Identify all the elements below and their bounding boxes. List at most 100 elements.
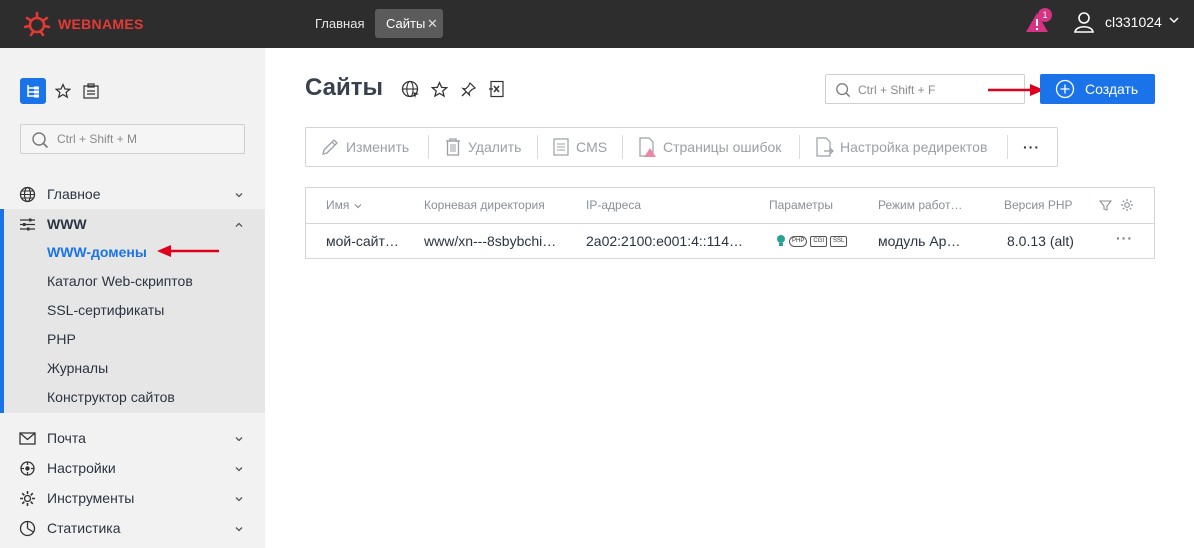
column-header-php[interactable]: Версия PHP <box>1004 198 1073 212</box>
www-section: WWW WWW-домены Каталог Web-скриптов SSL-… <box>0 209 265 413</box>
sidebar-search-placeholder: Ctrl + Shift + M <box>57 132 138 146</box>
pin-icon[interactable] <box>458 79 478 99</box>
column-header-mode[interactable]: Режим работ… <box>878 198 962 212</box>
sidebar-subitem-www-domains[interactable]: WWW-домены <box>47 244 147 260</box>
column-header-ip[interactable]: IP-адреса <box>586 198 641 212</box>
toolbar-divider <box>622 135 623 159</box>
delete-button-label: Удалить <box>468 139 522 155</box>
sidebar: Ctrl + Shift + M Главное WWW WWW-домены … <box>0 48 265 548</box>
redirect-icon <box>816 137 834 157</box>
clipboard-icon[interactable] <box>80 80 102 102</box>
annotation-arrow-left <box>157 245 219 257</box>
error-pages-button[interactable]: Страницы ошибок <box>637 128 781 166</box>
sliders-icon <box>20 218 35 231</box>
sidebar-item-label: Инструменты <box>47 490 135 506</box>
cms-list-icon <box>553 138 569 156</box>
cgi-param-badge: CGI <box>810 235 828 247</box>
error-pages-button-label: Страницы ошибок <box>663 139 782 155</box>
settings-gear-icon[interactable] <box>1120 198 1134 212</box>
column-header-label: Имя <box>326 198 350 212</box>
more-button[interactable]: ··· <box>1023 128 1040 166</box>
sidebar-item-label: WWW <box>47 216 87 232</box>
create-button-label: Создать <box>1085 81 1139 97</box>
cell-root: www/xn---8sbybchi… <box>424 233 557 249</box>
alert-icon[interactable]: 1 <box>1024 8 1052 34</box>
tab-sites-label: Сайты <box>386 16 426 31</box>
delete-button[interactable]: Удалить <box>444 128 521 166</box>
settings-icon <box>20 461 35 476</box>
tab-home[interactable]: Главная <box>305 9 374 38</box>
row-actions-button[interactable]: ··· <box>1116 230 1133 246</box>
chevron-down-icon <box>235 193 243 198</box>
redirect-settings-button-label: Настройка редиректов <box>840 139 988 155</box>
sidebar-subitem-ssl[interactable]: SSL-сертификаты <box>47 302 164 318</box>
cell-php-version: 8.0.13 (alt) <box>1007 233 1074 249</box>
cell-mode: модуль Ap… <box>878 233 961 249</box>
cell-params: PHP CGI SSL <box>776 234 848 248</box>
sidebar-subitem-web-scripts[interactable]: Каталог Web-скриптов <box>47 273 193 289</box>
filter-icon[interactable] <box>1099 199 1112 212</box>
sidebar-item-settings[interactable]: Настройки <box>0 453 265 483</box>
sidebar-item-www[interactable]: WWW <box>0 209 265 239</box>
search-icon <box>32 132 49 149</box>
actions-toolbar: Изменить Удалить CMS Страницы ошибок Нас… <box>305 127 1058 167</box>
lightbulb-icon <box>777 235 785 246</box>
logo-text: WEBNAMES <box>58 16 144 32</box>
sidebar-subitem-site-builder[interactable]: Конструктор сайтов <box>47 389 175 405</box>
sidebar-item-mail[interactable]: Почта <box>0 423 265 453</box>
annotation-arrow-right <box>988 84 1044 96</box>
sites-table: Имя Корневая директория IP-адреса Параме… <box>305 187 1155 259</box>
sort-chevron-down-icon <box>354 203 362 209</box>
logo-icon <box>23 11 51 37</box>
edit-button-label: Изменить <box>346 139 410 155</box>
excel-export-icon[interactable] <box>487 79 507 99</box>
column-header-params[interactable]: Параметры <box>769 198 833 212</box>
chevron-down-icon <box>235 437 243 442</box>
globe-icon <box>19 186 36 203</box>
mail-icon <box>19 432 36 445</box>
top-bar: WEBNAMES Главная Сайты ✕ 1 cl331024 <box>0 0 1194 48</box>
column-header-root[interactable]: Корневая директория <box>424 198 545 212</box>
logo[interactable]: WEBNAMES <box>22 9 144 39</box>
toolbar-divider <box>428 135 429 159</box>
main-search-placeholder: Ctrl + Shift + F <box>858 83 936 97</box>
star-icon[interactable] <box>52 80 74 102</box>
sidebar-toolbar <box>20 78 102 104</box>
sidebar-item-main[interactable]: Главное <box>0 179 265 209</box>
tree-icon[interactable] <box>20 78 46 104</box>
sidebar-search-input[interactable]: Ctrl + Shift + M <box>20 124 245 154</box>
globe-cursor-icon[interactable] <box>400 79 420 99</box>
sidebar-item-label: Настройки <box>47 460 116 476</box>
sidebar-item-stats[interactable]: Статистика <box>0 513 265 543</box>
cell-ip: 2a02:2100:e001:4::114… <box>586 233 743 249</box>
trash-icon <box>446 138 460 156</box>
chevron-down-icon <box>235 527 243 532</box>
sidebar-item-tools[interactable]: Инструменты <box>0 483 265 513</box>
sidebar-item-label: Главное <box>47 186 101 202</box>
cms-button[interactable]: CMS <box>552 128 607 166</box>
pencil-icon <box>322 139 338 155</box>
chevron-up-icon <box>235 222 243 227</box>
create-button[interactable]: Создать <box>1040 74 1155 104</box>
chevron-down-icon[interactable] <box>1168 14 1180 26</box>
user-icon[interactable] <box>1072 10 1096 34</box>
sidebar-subitem-logs[interactable]: Журналы <box>47 360 108 376</box>
star-icon[interactable] <box>429 79 449 99</box>
column-header-name[interactable]: Имя <box>326 198 363 212</box>
php-param-badge: PHP <box>789 235 808 247</box>
error-page-icon <box>639 137 656 157</box>
table-row[interactable]: мой-сайт… www/xn---8sbybchi… 2a02:2100:e… <box>306 223 1154 258</box>
gear-icon <box>20 491 35 506</box>
cms-button-label: CMS <box>576 139 608 155</box>
edit-button[interactable]: Изменить <box>320 128 409 166</box>
toolbar-divider <box>799 135 800 159</box>
close-icon[interactable]: ✕ <box>427 9 438 38</box>
username[interactable]: cl331024 <box>1105 14 1162 30</box>
ssl-param-badge: SSL <box>830 235 848 247</box>
sidebar-subitem-php[interactable]: PHP <box>47 331 76 347</box>
tab-sites[interactable]: Сайты ✕ <box>375 9 443 38</box>
sidebar-item-label: Почта <box>47 430 86 446</box>
chevron-down-icon <box>235 497 243 502</box>
pie-chart-icon <box>19 520 36 537</box>
redirect-settings-button[interactable]: Настройка редиректов <box>814 128 987 166</box>
